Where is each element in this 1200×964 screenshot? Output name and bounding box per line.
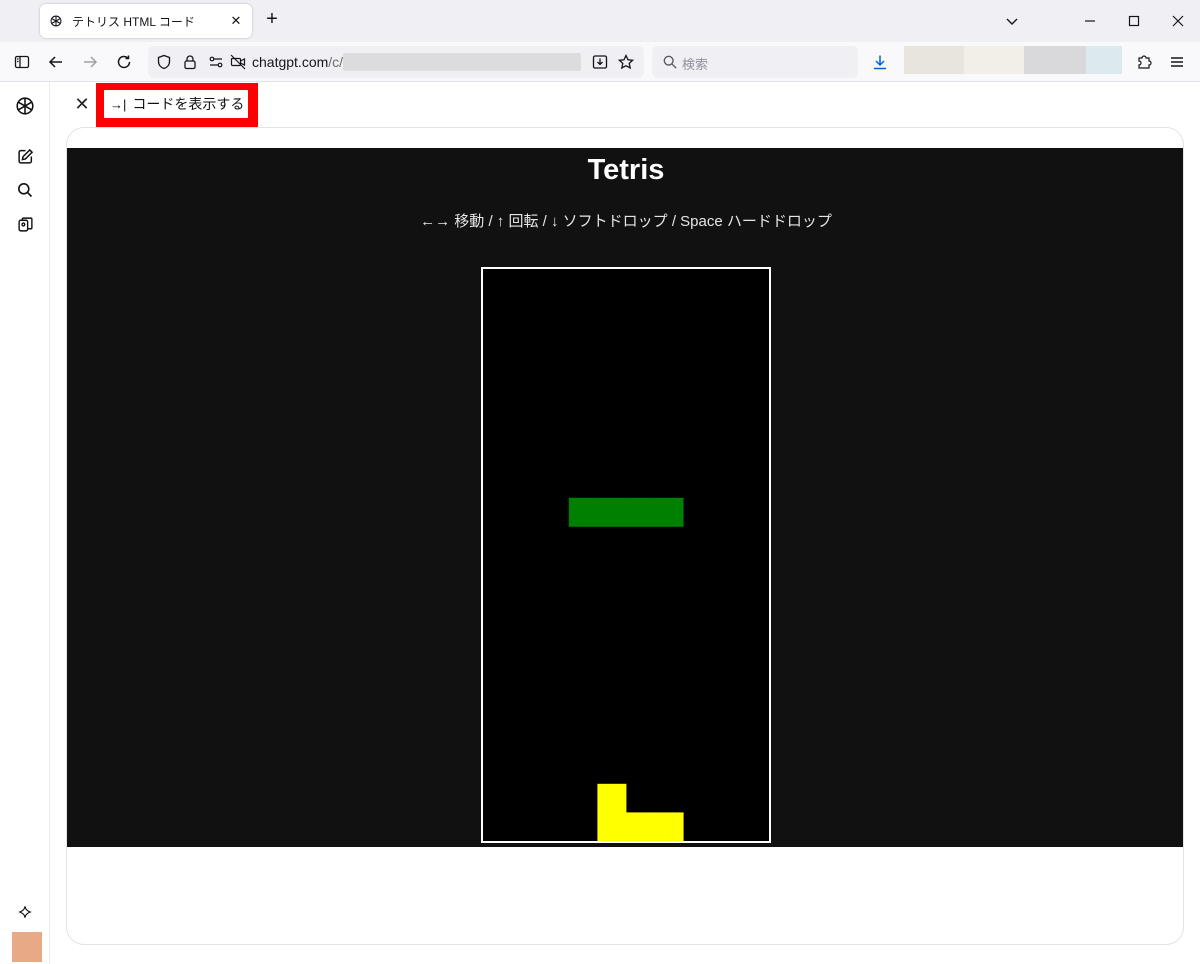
search-icon — [658, 50, 682, 74]
tab-tetris[interactable]: テトリス HTML コード ✕ — [40, 4, 252, 38]
url-redacted-region — [343, 53, 581, 71]
save-to-pocket-icon[interactable] — [588, 50, 612, 74]
url-text: chatgpt.com/c/ — [252, 54, 343, 70]
active-piece-cell-2 — [626, 497, 655, 527]
downloads-icon[interactable] — [868, 50, 892, 74]
toolbar-extension-1[interactable] — [904, 46, 964, 74]
locked-block-cell-2 — [626, 812, 655, 841]
reload-icon[interactable] — [112, 50, 136, 74]
avatar[interactable] — [12, 932, 42, 962]
locked-block-cell-0 — [597, 783, 627, 813]
bookmark-star-icon[interactable] — [614, 50, 638, 74]
forward-icon[interactable] — [78, 50, 102, 74]
close-canvas-icon[interactable]: ✕ — [72, 94, 92, 114]
sparkle-icon[interactable] — [13, 900, 37, 924]
toolbar-extension-2[interactable] — [964, 46, 1024, 74]
tetris-board-canvas — [568, 497, 684, 841]
shield-icon[interactable] — [152, 50, 176, 74]
url-bar[interactable]: chatgpt.com/c/ — [148, 46, 644, 78]
navigation-toolbar: chatgpt.com/c/ 検索 — [0, 42, 1200, 82]
menu-hamburger-icon[interactable] — [1165, 50, 1189, 74]
tab-close-icon[interactable]: ✕ — [228, 13, 244, 29]
game-title: Tetris — [587, 154, 665, 186]
openai-icon — [48, 13, 64, 29]
new-tab-button[interactable]: + — [262, 9, 282, 30]
tab-title: テトリス HTML コード — [72, 14, 195, 29]
chatgpt-sidebar-rail — [0, 82, 50, 964]
openai-icon[interactable] — [13, 94, 37, 118]
sidebar-toggle-icon[interactable] — [10, 50, 34, 74]
url-host: chatgpt.com — [252, 54, 329, 70]
tab-strip: テトリス HTML コード ✕ + — [0, 0, 1200, 42]
locked-block-cell-1 — [597, 812, 627, 841]
tetris-board[interactable] — [481, 267, 771, 843]
list-all-tabs-icon[interactable] — [998, 8, 1026, 34]
active-piece-cell-1 — [597, 497, 627, 527]
back-icon[interactable] — [44, 50, 68, 74]
new-chat-icon[interactable] — [13, 144, 37, 168]
web-search-bar[interactable]: 検索 — [652, 46, 858, 78]
extensions-puzzle-icon[interactable] — [1132, 50, 1156, 74]
active-piece-cell-0 — [568, 497, 598, 527]
toolbar-extension-3[interactable] — [1024, 46, 1086, 74]
show-code-label: コードを表示する — [132, 96, 245, 112]
toolbar-extension-4[interactable] — [1086, 46, 1122, 74]
library-icon[interactable] — [13, 212, 37, 236]
camera-blocked-icon[interactable] — [226, 50, 250, 74]
lock-icon[interactable] — [178, 50, 202, 74]
minimize-icon[interactable] — [1076, 8, 1104, 34]
active-piece-cell-3 — [654, 497, 684, 527]
show-code-button[interactable]: →| コードを表示する — [104, 90, 248, 118]
maximize-icon[interactable] — [1120, 8, 1148, 34]
tetris-preview: Tetris ←→ 移動 / ↑ 回転 / ↓ ソフトドロップ / Space … — [67, 148, 1183, 847]
window-close-icon[interactable] — [1164, 8, 1192, 34]
arrow-right-bar-icon: →| — [110, 96, 127, 112]
locked-block-cell-3 — [654, 812, 684, 841]
game-controls-help: ←→ 移動 / ↑ 回転 / ↓ ソフトドロップ / Space ハードドロップ — [420, 213, 832, 230]
preview-card: Tetris ←→ 移動 / ↑ 回転 / ↓ ソフトドロップ / Space … — [66, 127, 1184, 945]
search-placeholder: 検索 — [682, 57, 709, 72]
url-path: /c/ — [328, 54, 344, 70]
search-icon[interactable] — [13, 178, 37, 202]
permissions-icon[interactable] — [204, 50, 228, 74]
